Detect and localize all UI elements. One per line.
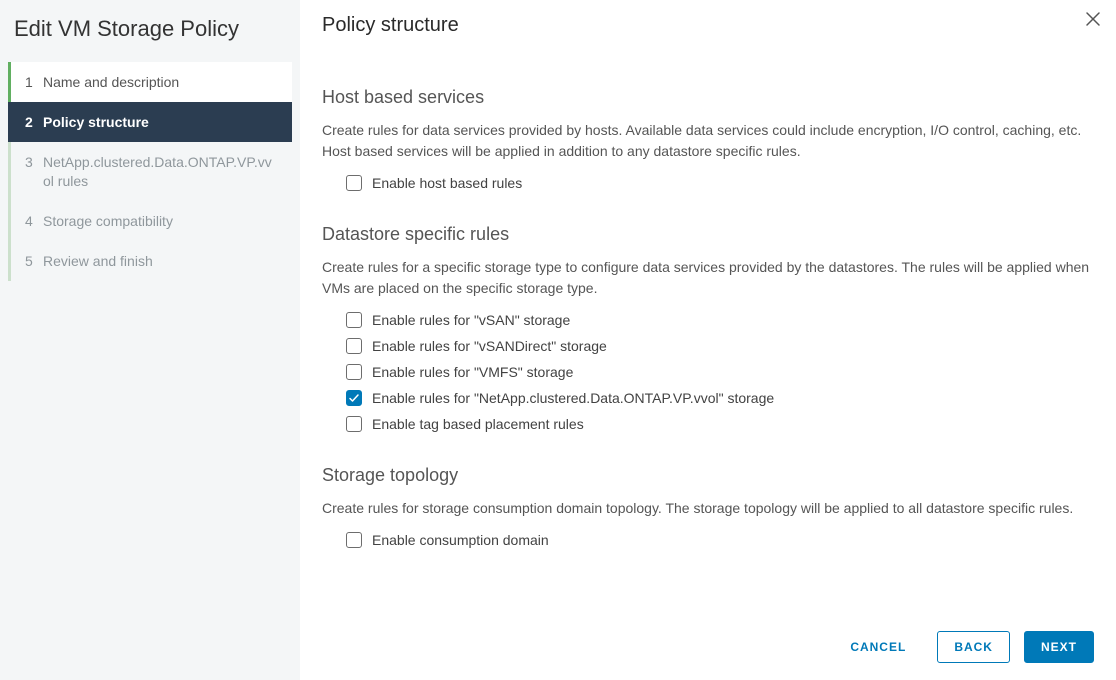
step-label: NetApp.clustered.Data.ONTAP.VP.vvol rule…	[43, 153, 278, 189]
step-number: 1	[25, 73, 43, 91]
wizard-step-1[interactable]: 1Name and description	[8, 62, 292, 102]
wizard-step-2: 2Policy structure	[8, 102, 292, 142]
section-heading: Host based services	[322, 87, 1090, 108]
checkbox-option[interactable]: Enable consumption domain	[346, 527, 1090, 553]
checkbox-option[interactable]: Enable host based rules	[346, 170, 1090, 196]
wizard-footer: CANCEL BACK NEXT	[300, 614, 1116, 680]
checkbox-option[interactable]: Enable rules for "vSAN" storage	[346, 307, 1090, 333]
checkbox-label: Enable rules for "vSAN" storage	[372, 312, 570, 328]
section-heading: Storage topology	[322, 465, 1090, 486]
checkbox[interactable]	[346, 312, 362, 328]
sections-container: Host based services Create rules for data…	[322, 87, 1090, 553]
checkbox-option[interactable]: Enable rules for "VMFS" storage	[346, 359, 1090, 385]
cancel-button[interactable]: CANCEL	[833, 631, 923, 663]
dialog-title: Edit VM Storage Policy	[14, 16, 286, 42]
step-label: Policy structure	[43, 113, 278, 131]
checkbox[interactable]	[346, 338, 362, 354]
step-label: Name and description	[43, 73, 278, 91]
step-label: Review and finish	[43, 252, 278, 270]
checkbox-label: Enable rules for "NetApp.clustered.Data.…	[372, 390, 774, 406]
section-description: Create rules for storage consumption dom…	[322, 498, 1090, 519]
section-options: Enable host based rules	[322, 170, 1090, 196]
checkbox-label: Enable tag based placement rules	[372, 416, 584, 432]
close-icon[interactable]	[1084, 10, 1102, 33]
checkbox-option[interactable]: Enable rules for "vSANDirect" storage	[346, 333, 1090, 359]
next-button[interactable]: NEXT	[1024, 631, 1094, 663]
wizard-sidebar: Edit VM Storage Policy 1Name and descrip…	[0, 0, 300, 680]
checkbox-label: Enable rules for "vSANDirect" storage	[372, 338, 607, 354]
section-options: Enable rules for "vSAN" storage Enable ru…	[322, 307, 1090, 437]
checkbox-label: Enable consumption domain	[372, 532, 549, 548]
section-options: Enable consumption domain	[322, 527, 1090, 553]
step-number: 2	[25, 113, 43, 131]
checkbox[interactable]	[346, 364, 362, 380]
checkbox[interactable]	[346, 175, 362, 191]
step-label: Storage compatibility	[43, 212, 278, 230]
checkbox[interactable]	[346, 532, 362, 548]
section-description: Create rules for a specific storage type…	[322, 257, 1090, 299]
checkbox[interactable]	[346, 416, 362, 432]
dialog-root: Edit VM Storage Policy 1Name and descrip…	[0, 0, 1116, 680]
wizard-step-3: 3NetApp.clustered.Data.ONTAP.VP.vvol rul…	[11, 142, 292, 200]
step-number: 3	[25, 153, 43, 189]
back-button[interactable]: BACK	[937, 631, 1010, 663]
wizard-steps: 1Name and description2Policy structure3N…	[8, 62, 292, 281]
section-description: Create rules for data services provided …	[322, 120, 1090, 162]
page-title: Policy structure	[322, 14, 1090, 37]
step-number: 5	[25, 252, 43, 270]
wizard-step-4: 4Storage compatibility	[11, 201, 292, 241]
checkbox-option[interactable]: Enable tag based placement rules	[346, 411, 1090, 437]
wizard-content: Policy structure Host based services Crea…	[300, 0, 1116, 680]
checkbox-label: Enable host based rules	[372, 175, 522, 191]
step-number: 4	[25, 212, 43, 230]
checkbox-label: Enable rules for "VMFS" storage	[372, 364, 573, 380]
section-heading: Datastore specific rules	[322, 224, 1090, 245]
checkbox-option[interactable]: Enable rules for "NetApp.clustered.Data.…	[346, 385, 1090, 411]
wizard-step-5: 5Review and finish	[11, 241, 292, 281]
checkbox[interactable]	[346, 390, 362, 406]
